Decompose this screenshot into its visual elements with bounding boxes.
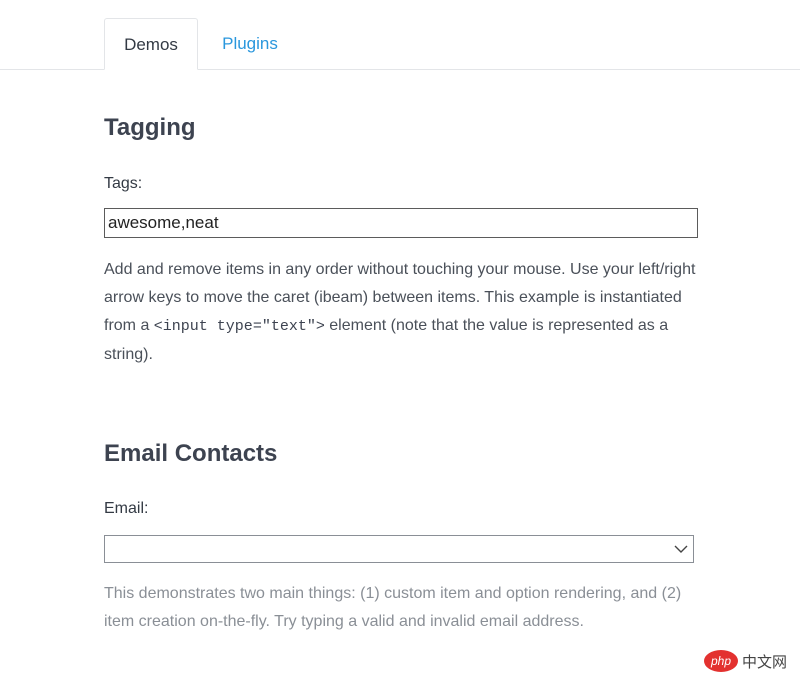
site-watermark: php 中文网 [704, 648, 796, 674]
page: Demos Plugins Tagging Tags: awesome,neat… [0, 0, 800, 679]
email-label: Email: [104, 500, 149, 517]
chevron-down-icon [674, 545, 688, 553]
tags-input[interactable]: awesome,neat [104, 208, 698, 238]
watermark-text: 中文网 [742, 653, 788, 671]
php-logo: php [704, 650, 738, 672]
tab-plugins[interactable]: Plugins [212, 18, 288, 69]
email-contacts-heading: Email Contacts [104, 440, 278, 467]
tagging-description: Add and remove items in any order withou… [104, 256, 704, 369]
tab-bar: Demos Plugins [0, 0, 800, 70]
tags-label: Tags: [104, 175, 143, 192]
email-select[interactable] [104, 535, 694, 563]
tab-demos[interactable]: Demos [104, 18, 198, 70]
tagging-heading: Tagging [104, 114, 196, 141]
tagging-desc-code: <input type="text"> [153, 318, 325, 335]
email-description: This demonstrates two main things: (1) c… [104, 585, 682, 630]
